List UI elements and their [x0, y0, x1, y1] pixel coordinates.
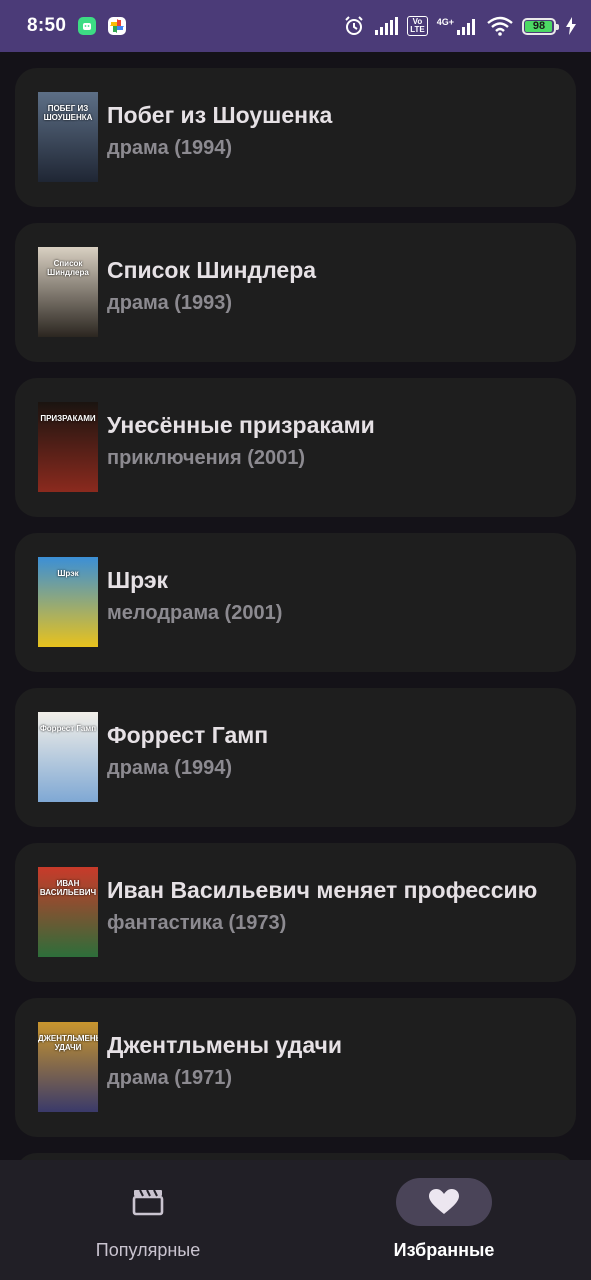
movie-title: Форрест Гамп — [107, 722, 269, 748]
movie-clapperboard-icon — [132, 1189, 164, 1216]
movie-genre-year: драма (1994) — [107, 757, 233, 779]
android-app-icon — [78, 17, 97, 35]
signal-icon — [375, 17, 399, 35]
network-type-label: 4G+ — [436, 17, 454, 27]
poster-caption: ДЖЕНТЛЬМЕНЫ УДАЧИ — [38, 1034, 98, 1052]
movie-poster: ПОБЕГ ИЗ ШОУШЕНКА — [38, 92, 98, 182]
photos-app-icon — [108, 17, 127, 35]
poster-caption: ПОБЕГ ИЗ ШОУШЕНКА — [43, 104, 93, 122]
movie-genre-year: драма (1993) — [107, 292, 233, 314]
movie-title: Побег из Шоушенка — [107, 102, 333, 128]
movie-title: Список Шиндлера — [107, 257, 317, 283]
movie-poster: Список Шиндлера — [38, 247, 98, 337]
poster-caption: ПРИЗРАКАМИ — [40, 414, 96, 423]
movie-card-partial[interactable] — [15, 1153, 576, 1160]
movie-poster: ПРИЗРАКАМИ — [38, 402, 98, 492]
movie-card[interactable]: Форрест Гамп Форрест Гамп драма (1994) — [15, 688, 576, 827]
battery-indicator: 98 — [522, 17, 559, 35]
movie-poster: Шрэк — [38, 557, 98, 647]
poster-caption: ИВАН ВАСИЛЬЕВИЧ — [39, 879, 97, 897]
poster-caption: Шрэк — [57, 569, 79, 578]
nav-label-favorites: Избранные — [393, 1240, 495, 1260]
nav-pill-popular — [100, 1178, 196, 1226]
favorites-movie-list[interactable]: ПОБЕГ ИЗ ШОУШЕНКА Побег из Шоушенка драма … — [0, 52, 591, 1160]
poster-caption: Форрест Гамп — [39, 724, 97, 733]
movie-title: Иван Васильевич меняет профессию — [107, 877, 538, 903]
movie-genre-year: приключения (2001) — [107, 447, 306, 469]
movie-poster: Форрест Гамп — [38, 712, 98, 802]
nav-pill-favorites — [396, 1178, 492, 1226]
movie-genre-year: драма (1971) — [107, 1067, 233, 1089]
nav-tab-popular[interactable]: Популярные — [0, 1160, 296, 1280]
movie-card[interactable]: ДЖЕНТЛЬМЕНЫ УДАЧИ Джентльмены удачи драма … — [15, 998, 576, 1137]
movie-title: Шрэк — [107, 567, 169, 593]
bottom-navigation: Популярные Избранные — [0, 1160, 591, 1280]
network-4g-signal: 4G+ — [437, 17, 478, 35]
poster-caption: Список Шиндлера — [47, 259, 89, 277]
status-bar: 8:50 Vo LTE 4G+ 98 — [0, 0, 591, 52]
volte-badge: Vo LTE — [407, 16, 428, 36]
movie-genre-year: фантастика (1973) — [107, 912, 287, 934]
nav-label-popular: Популярные — [95, 1240, 201, 1260]
nav-tab-favorites[interactable]: Избранные — [296, 1160, 591, 1280]
battery-level: 98 — [532, 20, 546, 32]
movie-poster: ДЖЕНТЛЬМЕНЫ УДАЧИ — [38, 1022, 98, 1112]
movie-genre-year: драма (1994) — [107, 137, 233, 159]
status-indicators: Vo LTE 4G+ 98 — [343, 15, 577, 37]
movie-card[interactable]: Шрэк Шрэк мелодрама (2001) — [15, 533, 576, 672]
movie-poster: ИВАН ВАСИЛЬЕВИЧ — [38, 867, 98, 957]
movie-genre-year: мелодрама (2001) — [107, 602, 283, 624]
charging-bolt-icon — [566, 17, 576, 35]
heart-icon — [429, 1189, 459, 1214]
signal-icon-2 — [457, 19, 475, 35]
movie-card[interactable]: ПОБЕГ ИЗ ШОУШЕНКА Побег из Шоушенка драма … — [15, 68, 576, 207]
status-time: 8:50 — [27, 15, 67, 36]
movie-card[interactable]: ПРИЗРАКАМИ Унесённые призраками приключени… — [15, 378, 576, 517]
alarm-icon — [345, 16, 363, 35]
movie-card[interactable]: Список Шиндлера Список Шиндлера драма (199… — [15, 223, 576, 362]
movie-title: Унесённые призраками — [107, 412, 375, 438]
movie-card[interactable]: ИВАН ВАСИЛЬЕВИЧ Иван Васильевич меняет пр… — [15, 843, 576, 982]
wifi-icon — [487, 16, 513, 36]
movie-title: Джентльмены удачи — [107, 1032, 343, 1058]
